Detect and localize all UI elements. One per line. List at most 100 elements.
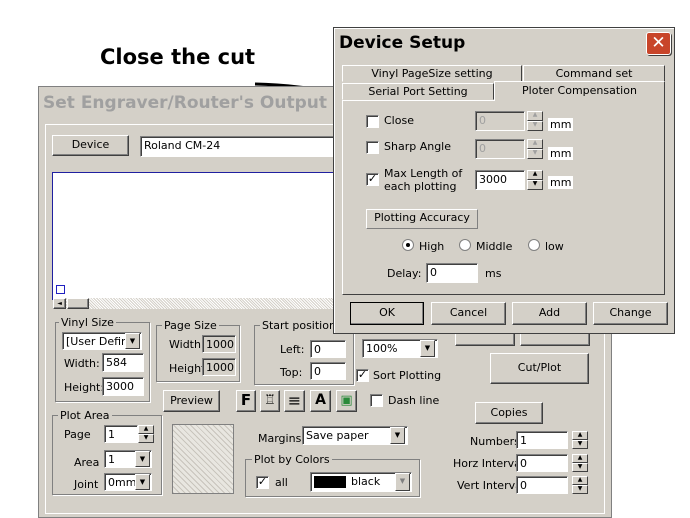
dash-line-label: Dash line [388, 394, 440, 407]
vinyl-size-title: Vinyl Size [59, 316, 116, 329]
page-height-field[interactable]: 1000 [202, 358, 236, 376]
plot-by-colors-title: Plot by Colors [252, 453, 332, 466]
start-left-field[interactable]: 0 [310, 340, 346, 358]
max-length-label-1: Max Length of [384, 167, 463, 180]
max-length-spinner[interactable]: ▲ ▼ [527, 170, 543, 190]
scroll-left-button[interactable]: ◄ [53, 298, 66, 309]
vert-interval-field[interactable]: 0 [516, 476, 568, 494]
close-value-field[interactable]: 0 [475, 111, 525, 131]
plot-area-label: Area [74, 456, 100, 469]
delay-label: Delay: [387, 267, 422, 280]
delay-field[interactable]: 0 [426, 263, 478, 283]
chevron-down-icon[interactable]: ▼ [135, 474, 150, 490]
sort-plotting-checkbox[interactable]: ✓ [356, 369, 369, 382]
device-setup-title: Device Setup [339, 33, 466, 53]
close-label: Close [384, 114, 414, 127]
color-swatch [314, 476, 346, 488]
close-checkbox[interactable] [366, 115, 379, 128]
accuracy-low-label: low [545, 240, 564, 253]
align-tool-button[interactable]: ≡ [284, 390, 305, 412]
add-button[interactable]: Add [512, 302, 587, 325]
image-tool-button[interactable]: ▣ [336, 390, 357, 412]
accuracy-high-label: High [419, 240, 445, 253]
copies-tab[interactable]: Copies [475, 402, 543, 424]
numbers-field[interactable]: 1 [516, 431, 568, 449]
plot-all-label: all [275, 476, 288, 489]
font-tool-button[interactable]: F [236, 390, 256, 412]
engraver-title: Set Engraver/Router's Output [43, 93, 327, 113]
page-width-label: Width [169, 338, 201, 351]
chevron-down-icon[interactable]: ▼ [125, 333, 140, 349]
tab-serial-port[interactable]: Serial Port Setting [342, 83, 494, 100]
sharp-angle-field[interactable]: 0 [475, 139, 525, 159]
chevron-down-icon[interactable]: ▼ [420, 340, 435, 357]
page-height-label: Height [169, 362, 206, 375]
vinyl-width-field[interactable]: 584 [102, 353, 144, 372]
vinyl-height-field[interactable]: 3000 [102, 377, 144, 396]
accuracy-low-radio[interactable] [528, 239, 540, 251]
numbers-spinner[interactable]: ▲ ▼ [572, 431, 588, 449]
page-width-field[interactable]: 1000 [202, 335, 236, 353]
close-unit: mm [548, 118, 574, 131]
chevron-down-icon[interactable]: ▼ [395, 473, 410, 491]
start-position-title: Start position [260, 319, 338, 332]
plot-joint-label: Joint [74, 478, 99, 491]
sharp-angle-unit: mm [548, 147, 574, 160]
dash-line-checkbox[interactable] [370, 394, 383, 407]
plot-area-title: Plot Area [58, 409, 112, 422]
sharp-angle-checkbox[interactable] [366, 141, 379, 154]
ok-button[interactable]: OK [350, 302, 424, 325]
scroll-thumb[interactable] [67, 298, 89, 309]
device-button[interactable]: Device [52, 135, 129, 156]
figure-tool-button[interactable]: ♖ [260, 390, 280, 412]
cut-plot-button[interactable]: Cut/Plot [490, 353, 589, 384]
preview-button[interactable]: Preview [163, 390, 220, 412]
text-tool-button[interactable]: A [310, 390, 331, 412]
accuracy-middle-radio[interactable] [459, 239, 471, 251]
plot-page-spinner[interactable]: ▲ ▼ [138, 425, 154, 443]
vert-interval-label: Vert Interval [457, 479, 525, 492]
accuracy-middle-label: Middle [476, 240, 513, 253]
cancel-button[interactable]: Cancel [431, 302, 506, 325]
start-top-field[interactable]: 0 [310, 362, 346, 380]
tab-ploter-compensation[interactable]: Ploter Compensation [494, 81, 665, 101]
max-length-checkbox[interactable]: ✓ [366, 173, 379, 186]
change-button[interactable]: Change [593, 302, 668, 325]
horz-interval-label: Horz Interval [453, 457, 524, 470]
horz-interval-spinner[interactable]: ▲ ▼ [572, 454, 588, 472]
chevron-down-icon[interactable]: ▼ [135, 451, 150, 467]
plotting-accuracy-label: Plotting Accuracy [366, 209, 478, 229]
sort-plotting-label: Sort Plotting [373, 369, 442, 382]
plot-page-field[interactable]: 1 [104, 425, 138, 443]
max-length-label-2: each plotting [384, 180, 457, 193]
max-length-field[interactable]: 3000 [475, 170, 525, 190]
plot-all-checkbox[interactable]: ✓ [256, 476, 269, 489]
device-setup-titlebar: Device Setup ✕ [336, 30, 672, 56]
sharp-angle-label: Sharp Angle [384, 140, 451, 153]
color-name: black [351, 475, 381, 488]
chevron-down-icon[interactable]: ▼ [390, 427, 405, 444]
delay-unit: ms [485, 267, 502, 280]
margins-label: Margins [258, 432, 302, 445]
preview-canvas[interactable] [52, 172, 339, 300]
vinyl-width-label: Width: [64, 357, 100, 370]
vinyl-height-label: Height: [64, 381, 105, 394]
sharp-angle-spinner[interactable]: ▲ ▼ [527, 139, 543, 159]
page-size-title: Page Size [162, 319, 219, 332]
vert-interval-spinner[interactable]: ▲ ▼ [572, 476, 588, 494]
start-left-label: Left: [280, 343, 305, 356]
close-value-spinner[interactable]: ▲ ▼ [527, 111, 543, 131]
tab-vinyl-pagesize[interactable]: Vinyl PageSize setting [342, 65, 522, 82]
plot-page-label: Page [64, 428, 91, 441]
horizontal-scrollbar[interactable]: ◄ [53, 298, 337, 309]
accuracy-high-radio[interactable] [402, 239, 414, 251]
close-icon[interactable]: ✕ [646, 32, 671, 55]
origin-marker [56, 285, 65, 294]
tab-command-set[interactable]: Command set [523, 65, 665, 82]
page-thumbnail [172, 424, 234, 494]
start-top-label: Top: [280, 366, 303, 379]
numbers-label: Numbers [470, 435, 520, 448]
horz-interval-field[interactable]: 0 [516, 454, 568, 472]
device-field[interactable]: Roland CM-24 [140, 136, 335, 157]
max-length-unit: mm [548, 176, 574, 189]
